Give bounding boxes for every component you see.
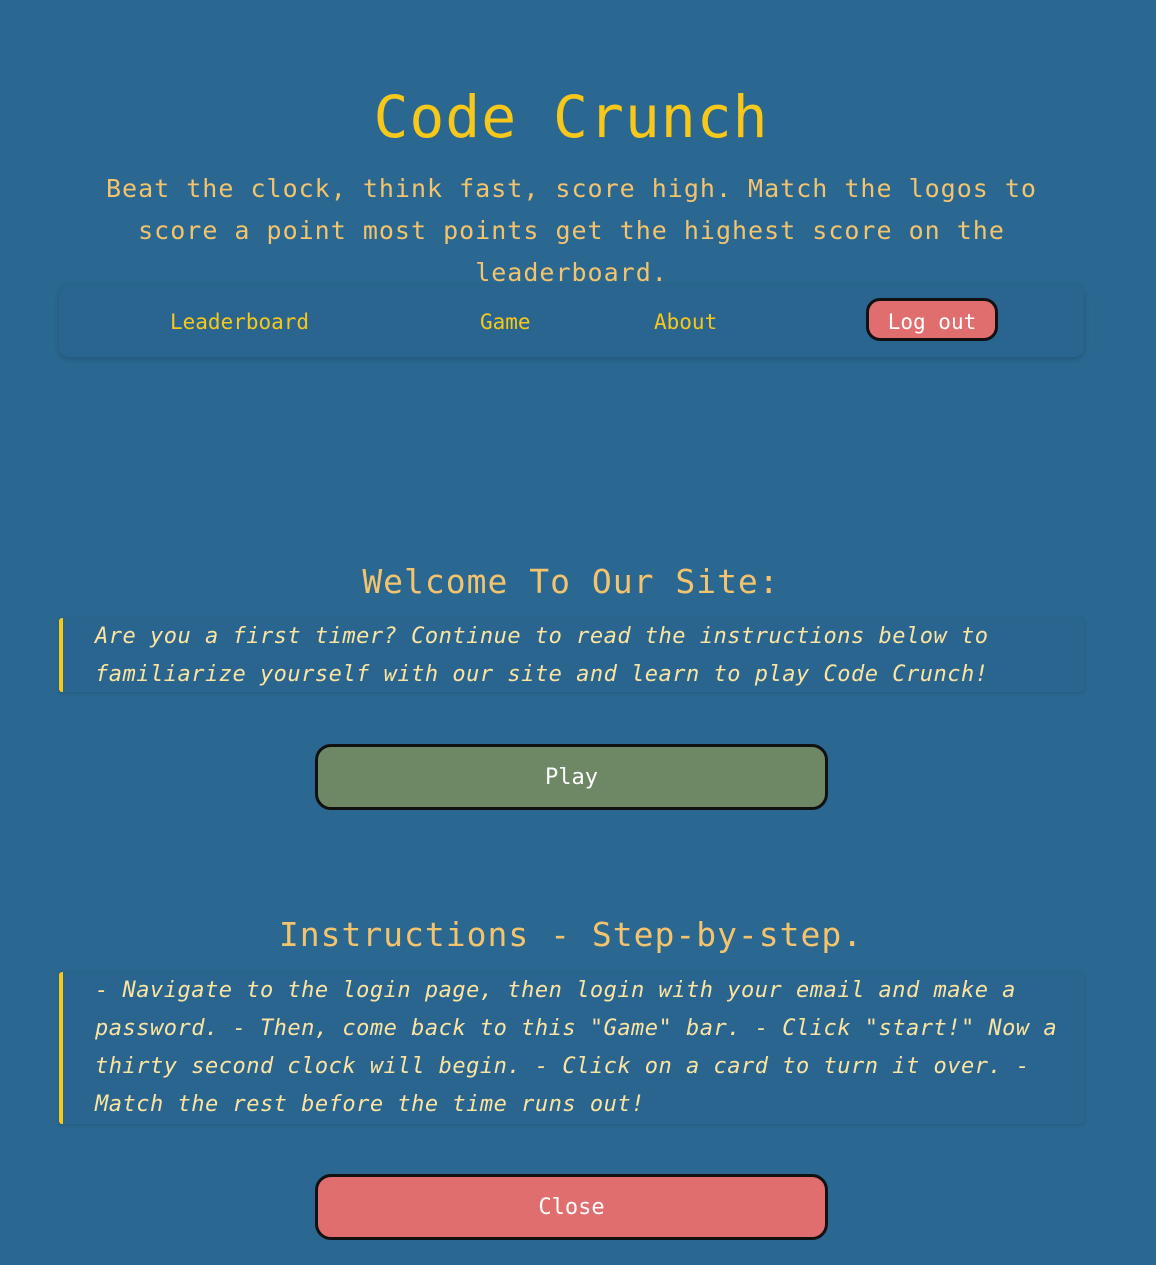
- nav-link-leaderboard[interactable]: Leaderboard: [170, 309, 309, 335]
- close-button[interactable]: Close: [315, 1174, 828, 1240]
- logout-button[interactable]: Log out: [866, 298, 998, 341]
- instructions-heading: Instructions - Step-by-step.: [278, 915, 864, 954]
- play-button[interactable]: Play: [315, 744, 828, 810]
- site-tagline: Beat the clock, think fast, score high. …: [106, 174, 1037, 287]
- site-title: Code Crunch: [373, 83, 769, 151]
- instructions-text: - Navigate to the login page, then login…: [59, 972, 1084, 1124]
- nav-link-game[interactable]: Game: [480, 309, 531, 335]
- welcome-message: Are you a first timer? Continue to read …: [59, 618, 1084, 692]
- welcome-heading: Welcome To Our Site:: [362, 562, 780, 601]
- nav-link-about[interactable]: About: [654, 309, 717, 335]
- navbar: Leaderboard Game About Log out: [59, 285, 1084, 357]
